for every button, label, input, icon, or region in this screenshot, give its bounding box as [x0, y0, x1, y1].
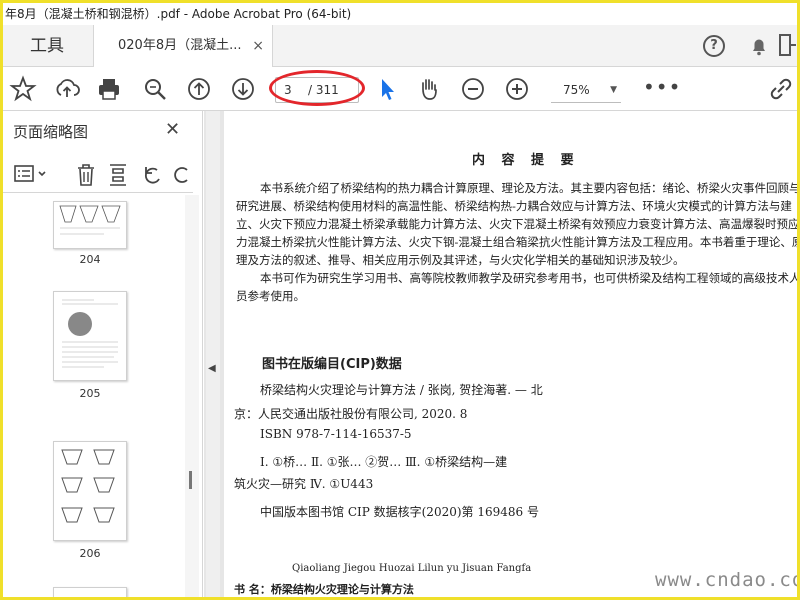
window-title: 年8月（混凝土桥和钢混桥）.pdf - Adobe Acrobat Pro (6…: [3, 3, 797, 25]
tab-document[interactable]: 020年8月（混凝土... ×: [93, 25, 273, 68]
thumbnail-list: 204 205 206: [3, 195, 188, 597]
zoom-in-icon[interactable]: [503, 75, 531, 103]
more-tools-icon[interactable]: •••: [643, 75, 681, 99]
help-icon[interactable]: ?: [703, 35, 725, 57]
thumbnail-page[interactable]: [53, 291, 127, 381]
thumbnail-scrollbar[interactable]: [185, 195, 199, 597]
zoom-select[interactable]: 75% ▼: [551, 77, 621, 103]
page-down-icon[interactable]: [229, 75, 257, 103]
main-toolbar: 3 / 311 75% ▼ •••: [3, 67, 797, 111]
tab-document-label: 020年8月（混凝土...: [118, 38, 242, 53]
annotation-oval: [269, 70, 365, 106]
panel-collapse-bar[interactable]: [206, 111, 220, 597]
pdf-page: 内 容 提 要 本书系统介绍了桥梁结构的热力耦合计算原理、理论及方法。其主要内容…: [224, 111, 797, 597]
hand-icon[interactable]: [415, 75, 443, 103]
cip-title: 图书在版编目(CIP)数据: [262, 357, 402, 372]
thumbnail-page[interactable]: [53, 201, 127, 249]
options-menu-icon[interactable]: [13, 163, 49, 185]
zoom-value: 75%: [563, 83, 590, 97]
scrollbar-handle[interactable]: [189, 471, 192, 489]
app-window: 年8月（混凝土桥和钢混桥）.pdf - Adobe Acrobat Pro (6…: [3, 3, 797, 597]
pinyin-title: Qiaoliang Jiegou Huozai Lilun yu Jisuan …: [292, 563, 532, 574]
star-icon[interactable]: [9, 75, 37, 103]
sign-in-icon[interactable]: [779, 34, 797, 58]
thumbnail-page[interactable]: [53, 587, 127, 597]
collapse-panel-icon[interactable]: ◀: [208, 363, 216, 374]
trash-icon[interactable]: [75, 163, 97, 187]
panel-toolbar: [3, 157, 193, 193]
thumbnail-label: 204: [79, 253, 101, 266]
rotate-left-icon[interactable]: [141, 163, 165, 187]
cip-line: 桥梁结构火灾理论与计算方法 / 张岗, 贺拴海著. — 北: [260, 383, 543, 397]
upload-icon[interactable]: [53, 75, 81, 103]
select-arrow-icon[interactable]: [373, 75, 401, 103]
chevron-down-icon: ▼: [610, 85, 617, 95]
page-up-icon[interactable]: [185, 75, 213, 103]
close-panel-icon[interactable]: ✕: [165, 119, 180, 140]
cip-line: Ⅰ. ①桥… Ⅱ. ①张… ②贺… Ⅲ. ①桥梁结构—建: [260, 455, 508, 469]
book-name-line: 书 名：桥梁结构火灾理论与计算方法: [234, 583, 414, 596]
thumbnail-label: 205: [79, 387, 101, 400]
extract-pages-icon[interactable]: [107, 163, 129, 187]
zoom-out-icon[interactable]: [459, 75, 487, 103]
share-link-icon[interactable]: [767, 75, 795, 103]
page-heading: 内 容 提 要: [472, 153, 580, 168]
cip-line: 中国版本图书馆 CIP 数据核字(2020)第 169486 号: [260, 505, 539, 519]
panel-title: 页面缩略图: [13, 123, 89, 141]
cip-line: 筑火灾—研究 Ⅳ. ①U443: [234, 477, 374, 491]
tab-bar: 工具 020年8月（混凝土... × ?: [3, 25, 797, 68]
summary-paragraph: 本书系统介绍了桥梁结构的热力耦合计算原理、理论及方法。其主要内容包括：绪论、桥梁…: [236, 181, 797, 267]
cip-line: 京：人民交通出版社股份有限公司, 2020. 8: [234, 407, 468, 421]
rotate-right-icon[interactable]: [173, 163, 191, 187]
tab-tools[interactable]: 工具: [3, 25, 91, 67]
thumbnail-label: 206: [79, 547, 101, 560]
bell-icon[interactable]: [747, 34, 771, 58]
thumbnail-page[interactable]: [53, 441, 127, 541]
watermark-text: www.cndao.com: [655, 569, 797, 591]
close-tab-icon[interactable]: ×: [252, 25, 264, 67]
print-icon[interactable]: [95, 75, 123, 103]
cip-line: ISBN 978-7-114-16537-5: [260, 427, 412, 441]
thumbnail-panel: 页面缩略图 ✕ 204 205 206: [3, 111, 203, 597]
search-icon[interactable]: [141, 75, 169, 103]
usage-paragraph: 本书可作为研究生学习用书、高等院校教师教学及研究参考用书，也可供桥梁及结构工程领…: [236, 271, 797, 303]
